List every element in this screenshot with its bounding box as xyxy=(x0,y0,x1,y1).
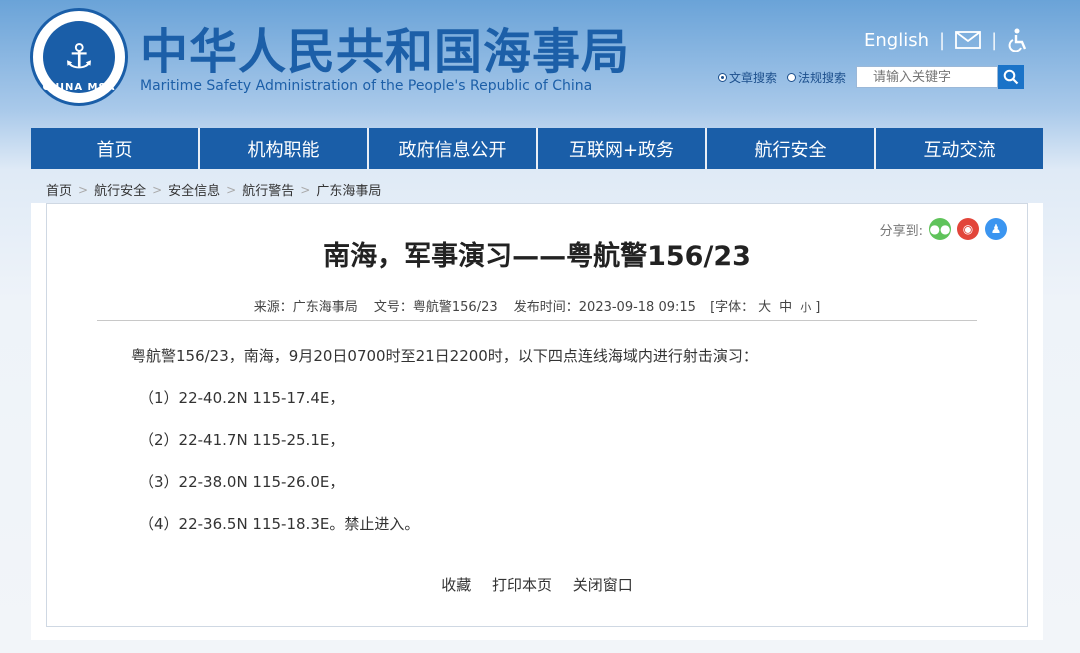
msa-logo[interactable]: ⚓ CHINA MSA xyxy=(30,8,128,106)
divider: | xyxy=(939,29,946,51)
mail-icon[interactable] xyxy=(955,31,981,49)
article: 分享到: ●● ◉ ♟ 南海，军事演习——粤航警156/23 来源：广东海事局 … xyxy=(46,203,1028,627)
divider: | xyxy=(991,29,998,51)
logo-text: CHINA MSA xyxy=(42,82,116,93)
chevron-right-icon: > xyxy=(226,182,237,197)
article-meta: 来源：广东海事局 文号：粤航警156/23 发布时间：2023-09-18 09… xyxy=(47,296,1027,315)
site-header: ⚓ CHINA MSA 中华人民共和国海事局 Maritime Safety A… xyxy=(0,0,1080,128)
article-paragraph: （2）22-41.7N 115-25.1E， xyxy=(139,431,345,449)
chevron-right-icon: > xyxy=(152,182,163,197)
search-button[interactable] xyxy=(998,65,1025,89)
search-area: 文章搜索 法规搜索 xyxy=(718,65,1025,89)
article-source: 来源：广东海事局 xyxy=(253,300,358,315)
article-paragraph: （3）22-38.0N 115-26.0E， xyxy=(139,473,345,491)
article-actions: 收藏 打印本页 关闭窗口 xyxy=(47,574,1027,595)
font-medium-button[interactable]: 中 xyxy=(779,300,792,315)
divider xyxy=(97,320,977,321)
search-option-articles[interactable]: 文章搜索 xyxy=(718,69,777,86)
nav-item-navigation-safety[interactable]: 航行安全 xyxy=(707,128,876,169)
breadcrumb-link[interactable]: 广东海事局 xyxy=(316,180,381,199)
breadcrumb-link[interactable]: 安全信息 xyxy=(168,180,220,199)
radio-icon xyxy=(787,72,797,82)
search-option-label: 文章搜索 xyxy=(729,70,778,85)
top-links: English | | xyxy=(864,28,1029,52)
article-paragraph: （4）22-36.5N 115-18.3E。禁止进入。 xyxy=(139,515,420,533)
site-title-cn: 中华人民共和国海事局 xyxy=(140,24,631,80)
nav-item-home[interactable]: 首页 xyxy=(31,128,200,169)
article-doc-number: 文号：粤航警156/23 xyxy=(373,300,498,315)
search-input[interactable] xyxy=(856,66,999,88)
close-window-button[interactable]: 关闭窗口 xyxy=(573,576,633,594)
radio-selected-icon xyxy=(718,72,727,82)
font-size-label: [字体： xyxy=(710,300,755,315)
nav-item-functions[interactable]: 机构职能 xyxy=(200,128,369,169)
search-option-laws[interactable]: 法规搜索 xyxy=(787,69,846,86)
nav-item-gov-info[interactable]: 政府信息公开 xyxy=(369,128,538,169)
search-option-label: 法规搜索 xyxy=(798,70,847,85)
font-large-button[interactable]: 大 xyxy=(758,300,771,315)
font-size-bracket: ] xyxy=(815,300,821,315)
favorite-button[interactable]: 收藏 xyxy=(441,576,471,594)
breadcrumb-link[interactable]: 航行安全 xyxy=(94,180,146,199)
accessibility-icon[interactable] xyxy=(1007,28,1029,52)
print-button[interactable]: 打印本页 xyxy=(492,576,552,594)
article-body: 粤航警156/23，南海，9月20日0700时至21日2200时，以下四点连线海… xyxy=(131,346,758,556)
site-title-en: Maritime Safety Administration of the Pe… xyxy=(140,78,593,94)
nav-item-internet-services[interactable]: 互联网+政务 xyxy=(538,128,707,169)
font-size-switcher: [字体：大中小] xyxy=(710,300,820,315)
font-small-button[interactable]: 小 xyxy=(800,301,811,314)
breadcrumb-link[interactable]: 首页 xyxy=(46,180,72,199)
search-icon xyxy=(1003,69,1019,85)
article-title: 南海，军事演习——粤航警156/23 xyxy=(323,241,751,272)
main-nav: 首页 机构职能 政府信息公开 互联网+政务 航行安全 互动交流 xyxy=(31,128,1043,169)
article-paragraph: 粤航警156/23，南海，9月20日0700时至21日2200时，以下四点连线海… xyxy=(131,347,758,365)
breadcrumb-link[interactable]: 航行警告 xyxy=(242,180,294,199)
content-panel: 分享到: ●● ◉ ♟ 南海，军事演习——粤航警156/23 来源：广东海事局 … xyxy=(31,203,1043,640)
article-publish-time: 发布时间：2023-09-18 09:15 xyxy=(513,300,696,315)
chevron-right-icon: > xyxy=(78,182,89,197)
chevron-right-icon: > xyxy=(300,182,311,197)
article-paragraph: （1）22-40.2N 115-17.4E， xyxy=(139,389,345,407)
english-link[interactable]: English xyxy=(864,30,929,51)
breadcrumb: 首页 > 航行安全 > 安全信息 > 航行警告 > 广东海事局 xyxy=(46,180,381,200)
nav-item-interaction[interactable]: 互动交流 xyxy=(876,128,1043,169)
